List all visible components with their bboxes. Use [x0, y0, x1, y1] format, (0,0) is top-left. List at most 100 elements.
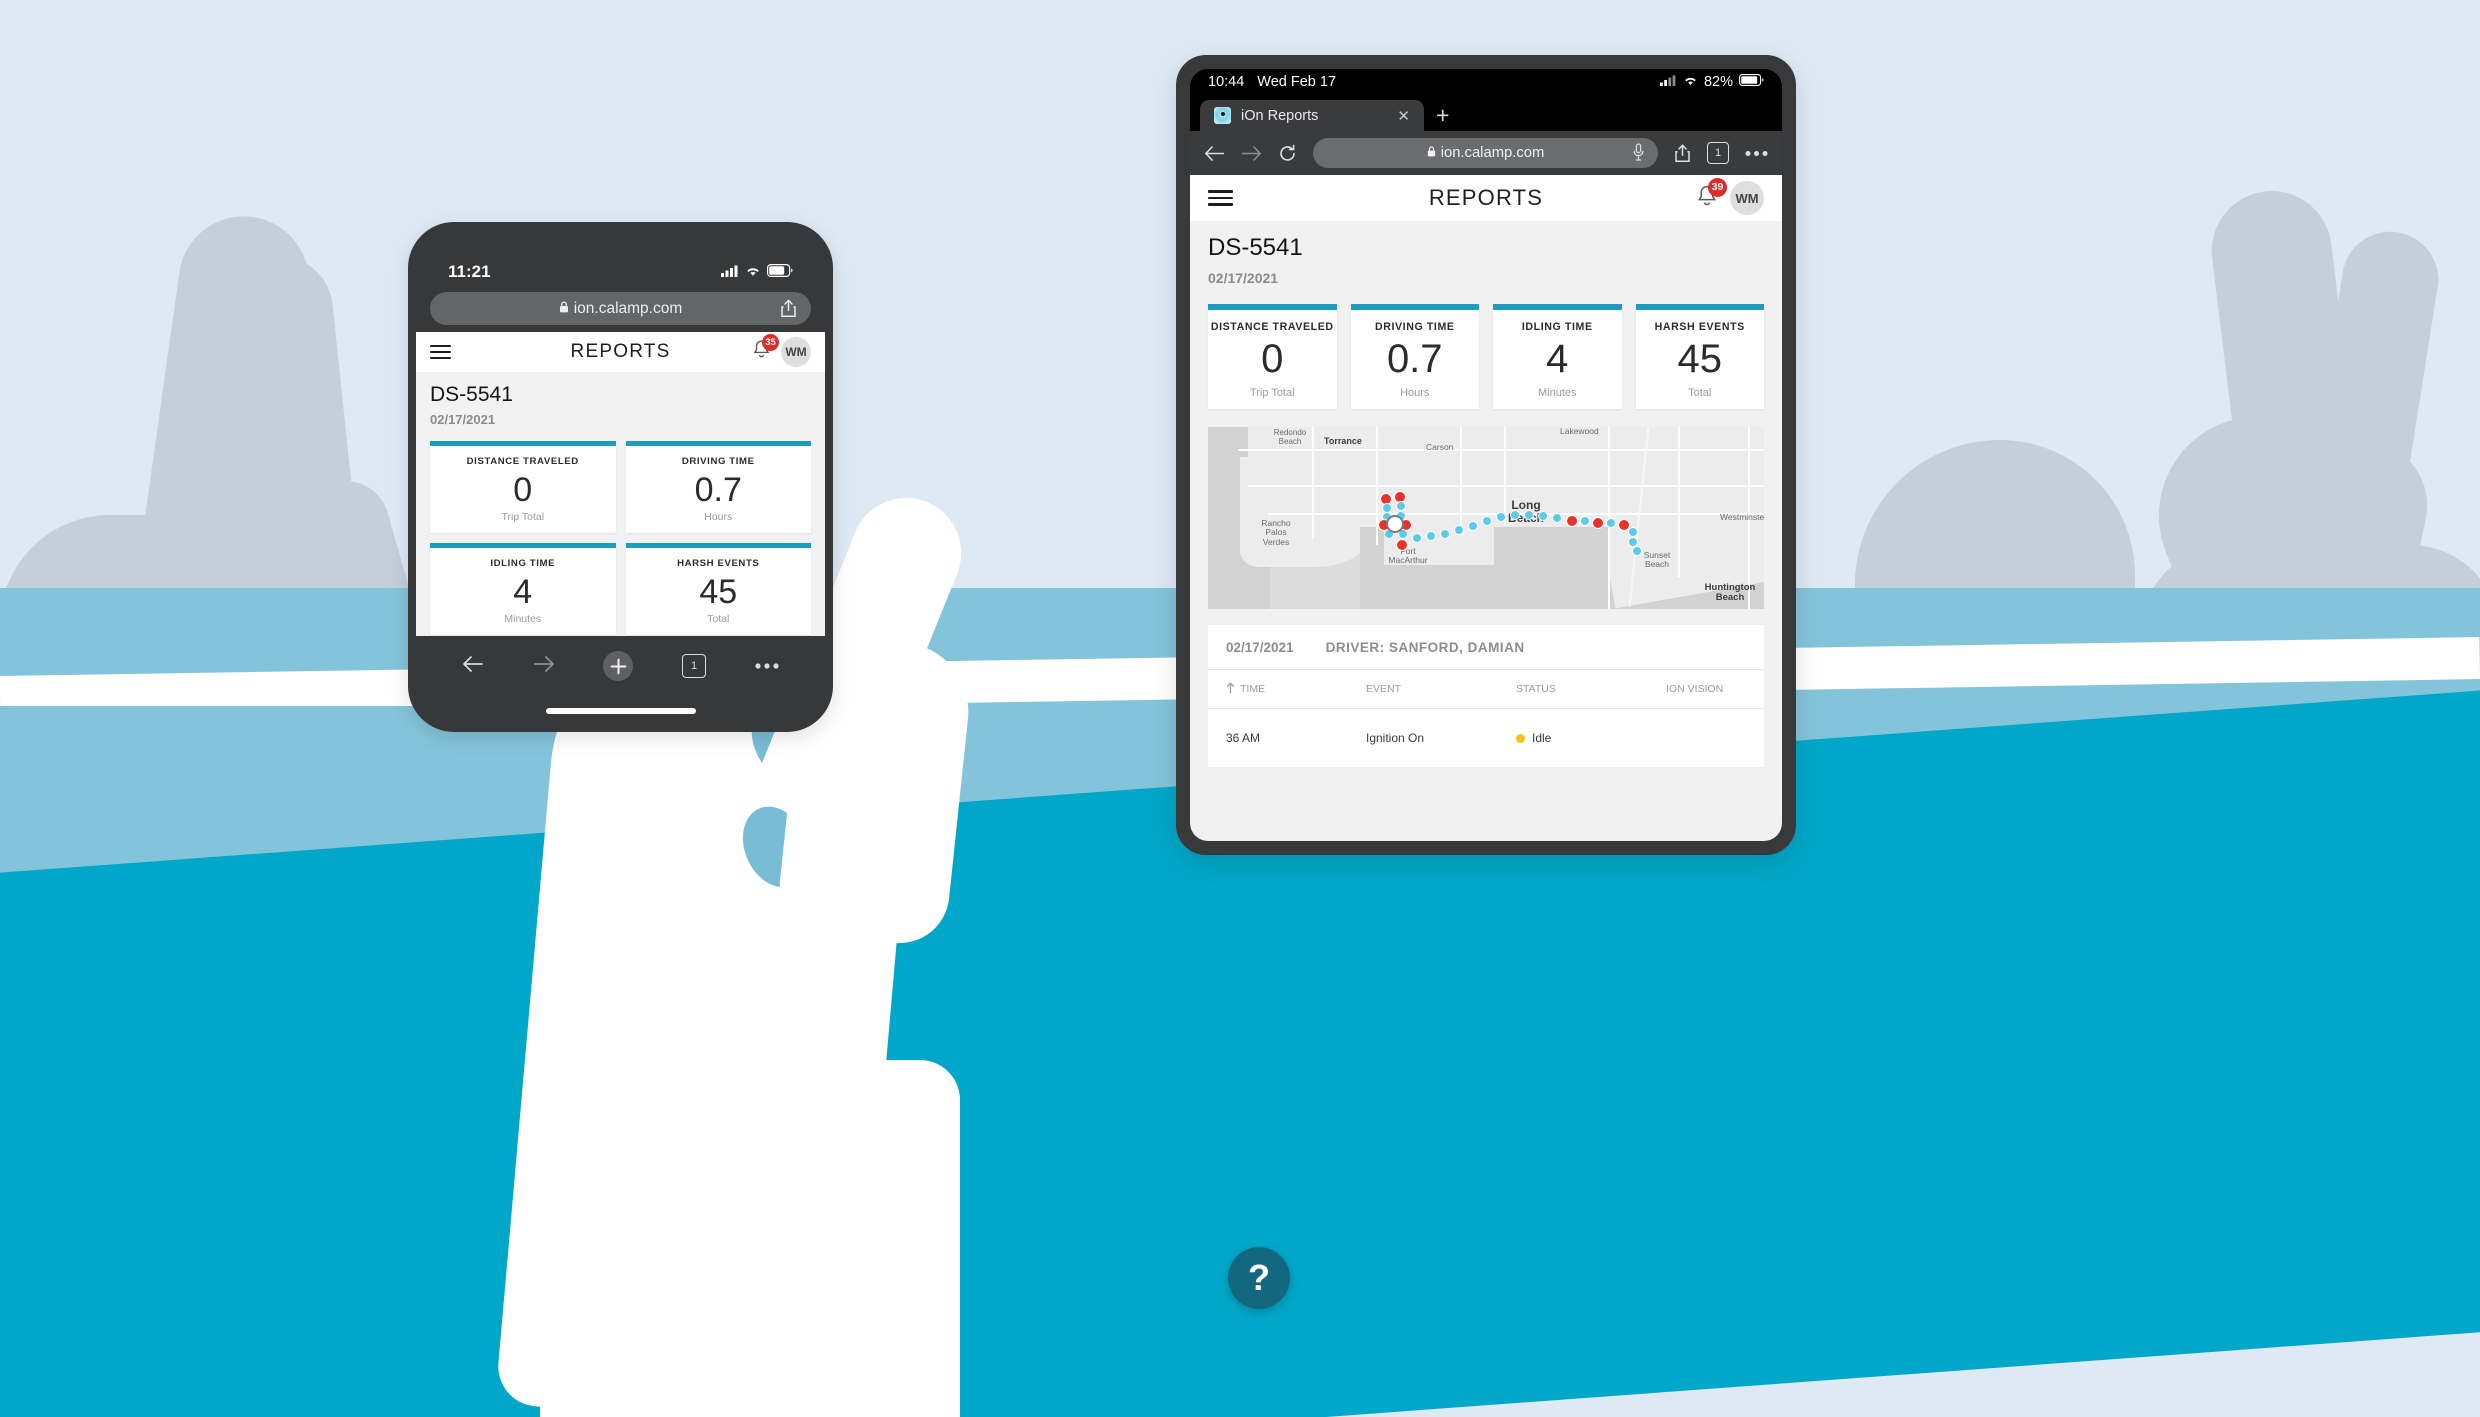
- report-date: 02/17/2021: [1208, 270, 1279, 286]
- trip-path-dot: [1412, 533, 1422, 543]
- metric-label: IDLING TIME: [1521, 321, 1593, 333]
- trip-path-dot: [1468, 521, 1478, 531]
- notification-badge: 39: [1708, 177, 1727, 197]
- map-road-v1: [1312, 427, 1315, 539]
- metric-card-distance[interactable]: DISTANCE TRAVELED 0 Trip Total: [430, 441, 616, 533]
- avatar[interactable]: WM: [781, 337, 811, 367]
- column-header-time[interactable]: TIME: [1226, 682, 1366, 697]
- notification-badge: 35: [762, 334, 779, 351]
- battery-percent-label: 82%: [1703, 74, 1733, 90]
- tablet-trip-map[interactable]: Redondo Beach Torrance Carson Lakewood L…: [1208, 427, 1764, 609]
- card-accent-bar: [430, 543, 616, 548]
- plus-icon[interactable]: +: [1436, 102, 1449, 129]
- cellular-bars-icon: [721, 262, 739, 282]
- metric-unit: Trip Total: [501, 511, 545, 523]
- arrow-right-icon[interactable]: [1241, 145, 1262, 162]
- arrow-right-icon[interactable]: [533, 655, 555, 678]
- phone-url-bar[interactable]: ion.calamp.com: [430, 292, 811, 325]
- metric-card-idling-time[interactable]: IDLING TIME 4 Minutes: [430, 543, 616, 635]
- metric-value: 4: [1546, 337, 1569, 381]
- map-label-rancho-palos-verdes: Rancho Palos Verdes: [1261, 518, 1291, 547]
- trip-event-marker: [1566, 515, 1578, 527]
- share-icon[interactable]: [780, 299, 797, 323]
- map-road-v6: [1678, 427, 1681, 577]
- column-header-status[interactable]: STATUS: [1516, 683, 1666, 695]
- card-accent-bar: [1493, 304, 1622, 310]
- close-icon[interactable]: ✕: [1397, 107, 1410, 125]
- metric-card-harsh-events[interactable]: HARSH EVENTS 45 Total: [1635, 304, 1764, 409]
- arrow-left-icon[interactable]: [462, 655, 484, 678]
- tablet-nav-toolbar: ion.calamp.com 1: [1190, 131, 1782, 175]
- phone-webpage: REPORTS 35 WM DS-5541 02/17/2021 DISTANC…: [416, 332, 825, 636]
- tablet-date: Wed Feb 17: [1257, 74, 1337, 90]
- phone-clock: 11:21: [448, 262, 491, 281]
- wifi-icon: [745, 262, 761, 282]
- ellipsis-icon[interactable]: [755, 657, 779, 675]
- tablet-status-bar: 10:44 Wed Feb 17 82%: [1190, 69, 1782, 95]
- tablet-metric-row: DISTANCE TRAVELED 0 Trip Total DRIVING T…: [1190, 288, 1782, 421]
- metric-unit: Hours: [1400, 387, 1430, 399]
- help-button[interactable]: ?: [1228, 1247, 1290, 1309]
- cell-status: Idle: [1516, 731, 1666, 745]
- page-title: REPORTS: [1428, 185, 1544, 210]
- metric-unit: Total: [1688, 387, 1712, 399]
- vehicle-id: DS-5541: [430, 383, 513, 406]
- column-header-ion-vision[interactable]: ION VISION: [1666, 683, 1746, 695]
- metric-unit: Minutes: [1537, 387, 1577, 399]
- ion-favicon: [1214, 107, 1231, 124]
- home-indicator: [545, 708, 696, 714]
- phone-status-bar: 11:21: [416, 260, 825, 284]
- tablet-clock: 10:44: [1208, 74, 1245, 90]
- map-road-v3: [1460, 427, 1463, 527]
- metric-card-harsh-events[interactable]: HARSH EVENTS 45 Total: [625, 543, 811, 635]
- trip-path-dot: [1606, 518, 1616, 528]
- trip-path-dot: [1396, 501, 1406, 511]
- notifications-button[interactable]: 39: [1696, 177, 1727, 213]
- trip-path-dot: [1426, 531, 1436, 541]
- lock-icon: [1427, 145, 1436, 161]
- microphone-icon[interactable]: [1633, 143, 1644, 167]
- trip-table-header: 02/17/2021 DRIVER: SANFORD, DAMIAN: [1208, 625, 1764, 670]
- tablet-screen: 10:44 Wed Feb 17 82% iOn Reports ✕ + ion…: [1190, 69, 1782, 841]
- map-label-lakewood: Lakewood: [1560, 427, 1599, 436]
- column-header-event[interactable]: EVENT: [1366, 683, 1516, 695]
- table-row[interactable]: 36 AM Ignition On Idle: [1208, 709, 1764, 768]
- card-accent-bar: [625, 543, 811, 548]
- bell-icon: [1696, 185, 1718, 212]
- trip-path-dot: [1524, 510, 1534, 520]
- card-accent-bar: [1208, 304, 1337, 310]
- tablet-app-header: REPORTS 39 WM: [1190, 175, 1782, 221]
- tab-count-button[interactable]: 1: [682, 654, 707, 678]
- map-label-sunset-beach: Sunset Beach: [1643, 550, 1671, 570]
- reload-icon[interactable]: [1278, 144, 1297, 163]
- report-date: 02/17/2021: [430, 412, 496, 427]
- share-icon[interactable]: [1674, 144, 1691, 163]
- phone-device: 11:21 ion.calamp.com REPORTS 35 WM DS-55…: [408, 222, 833, 732]
- metric-label: HARSH EVENTS: [1654, 321, 1745, 333]
- phone-app-header: REPORTS 35 WM: [416, 332, 825, 372]
- metric-value: 45: [699, 573, 738, 611]
- browser-tab-ion-reports[interactable]: iOn Reports ✕: [1200, 100, 1424, 131]
- arrow-left-icon[interactable]: [1204, 145, 1225, 162]
- metric-label: DISTANCE TRAVELED: [466, 456, 579, 467]
- illustration-stage: 11:21 ion.calamp.com REPORTS 35 WM DS-55…: [0, 0, 2480, 1417]
- cellular-bars-icon: [1659, 74, 1677, 90]
- trip-path-dot: [1632, 546, 1642, 556]
- map-label-fort-macarthur: Fort MacArthur: [1388, 546, 1428, 566]
- sort-ascending-arrow-icon: [1226, 682, 1235, 697]
- tablet-device: 10:44 Wed Feb 17 82% iOn Reports ✕ + ion…: [1176, 55, 1796, 855]
- hand-wrist: [540, 1060, 960, 1417]
- phone-metric-grid: DISTANCE TRAVELED 0 Trip Total DRIVING T…: [416, 431, 825, 636]
- address-bar[interactable]: ion.calamp.com: [1313, 138, 1658, 168]
- metric-card-idling-time[interactable]: IDLING TIME 4 Minutes: [1493, 304, 1622, 409]
- metric-card-distance[interactable]: DISTANCE TRAVELED 0 Trip Total: [1208, 304, 1337, 409]
- metric-card-driving-time[interactable]: DRIVING TIME 0.7 Hours: [1350, 304, 1479, 409]
- metric-card-driving-time[interactable]: DRIVING TIME 0.7 Hours: [625, 441, 811, 533]
- plus-icon[interactable]: [603, 651, 634, 681]
- battery-icon: [1739, 74, 1764, 90]
- ellipsis-icon[interactable]: [1745, 150, 1768, 157]
- tab-count-button[interactable]: 1: [1707, 142, 1729, 164]
- avatar[interactable]: WM: [1730, 181, 1764, 215]
- notifications-button[interactable]: 35: [752, 334, 779, 365]
- metric-value: 0.7: [694, 471, 742, 509]
